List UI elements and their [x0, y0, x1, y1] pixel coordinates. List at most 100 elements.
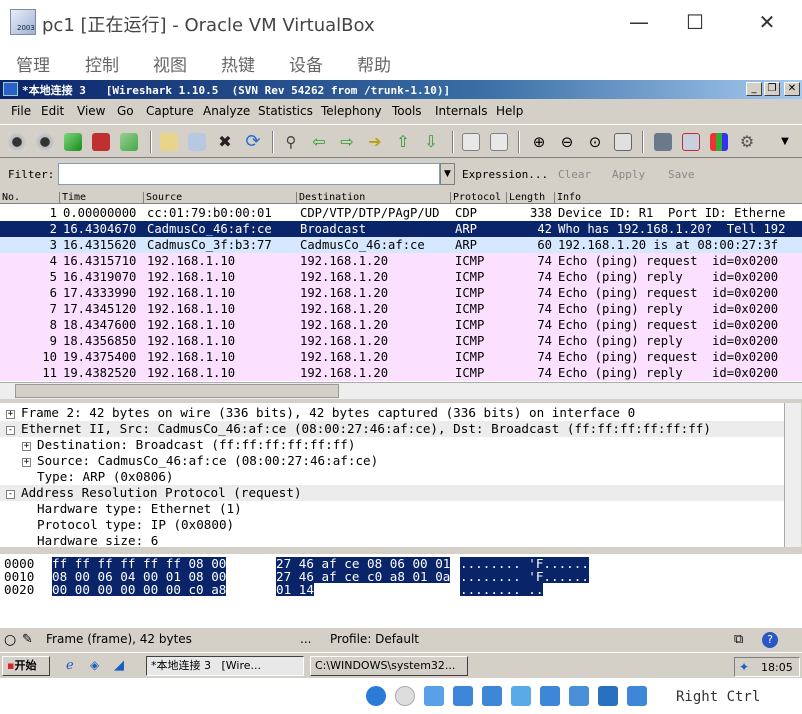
resize-columns-icon[interactable] [614, 133, 632, 151]
first-packet-icon[interactable]: ⇧ [394, 133, 412, 151]
col-destination[interactable]: Destination [296, 192, 365, 204]
normal-size-icon[interactable]: ⊙ [586, 133, 604, 151]
auto-scroll-icon[interactable] [490, 133, 508, 151]
col-info[interactable]: Info [554, 192, 581, 204]
packet-row[interactable]: 8 18.4347600 192.168.1.10 192.168.1.20 ICMP 7… [0, 317, 802, 333]
filter-input[interactable] [58, 163, 440, 185]
zoom-out-icon[interactable]: ⊖ [558, 133, 576, 151]
preferences-icon[interactable]: ⚙ [738, 133, 756, 151]
tray-icon[interactable]: ✦ [739, 660, 749, 674]
packet-row[interactable]: 9 18.4356850 192.168.1.10 192.168.1.20 ICMP 7… [0, 333, 802, 349]
maximize-button[interactable]: ☐ [672, 0, 718, 44]
go-back-icon[interactable]: ⇦ [310, 133, 328, 151]
expression-button[interactable]: Expression... [462, 168, 548, 181]
shared-folder-icon[interactable] [511, 686, 531, 706]
help-icon[interactable]: ? [762, 632, 778, 648]
ws-minimize-button[interactable]: _ [746, 82, 762, 96]
ws-close-button[interactable]: ✕ [784, 82, 800, 96]
optical-drive-icon[interactable] [395, 686, 415, 706]
taskbar-task-cmd[interactable]: C:\WINDOWS\system32... [310, 656, 468, 676]
menu-tools[interactable]: Tools [392, 104, 422, 118]
detail-tree-item[interactable]: Type: ARP (0x0806) [0, 469, 784, 485]
expand-icon[interactable]: + [6, 410, 15, 419]
zoom-in-icon[interactable]: ⊕ [530, 133, 548, 151]
taskbar-task-wireshark[interactable]: *本地连接 3 [Wire... [146, 656, 304, 676]
detail-tree-item[interactable]: - Address Resolution Protocol (request) [0, 485, 784, 501]
hscroll-thumb[interactable] [15, 384, 339, 398]
menu-go[interactable]: Go [117, 104, 134, 118]
menu-manage[interactable]: 管理 [16, 51, 50, 76]
menu-capture[interactable]: Capture [146, 104, 194, 118]
menu-file[interactable]: File [11, 104, 31, 118]
menu-edit[interactable]: Edit [41, 104, 64, 118]
colorize-icon[interactable] [462, 133, 480, 151]
expand-icon[interactable]: + [22, 442, 31, 451]
packet-row[interactable]: 1 0.00000000 cc:01:79:b0:00:01 CDP/VTP/DTP/… [0, 205, 802, 221]
wireshark-quicklaunch-icon[interactable]: ◢ [114, 658, 124, 673]
restart-capture-icon[interactable] [120, 133, 138, 151]
start-capture-icon[interactable] [64, 133, 82, 151]
col-length[interactable]: Length [506, 192, 545, 204]
clear-button[interactable]: Clear [558, 168, 591, 181]
menu-hotkeys[interactable]: 热键 [221, 51, 255, 76]
detail-tree-item[interactable]: + Source: CadmusCo_46:af:ce (08:00:27:46:… [0, 453, 784, 469]
expand-icon[interactable]: + [22, 458, 31, 467]
detail-tree-item[interactable]: + Frame 2: 42 bytes on wire (336 bits), 4… [0, 405, 784, 421]
status-profile[interactable]: Profile: Default [330, 632, 419, 646]
mouse-integration-icon[interactable] [627, 686, 647, 706]
menu-help[interactable]: Help [496, 104, 523, 118]
save-file-icon[interactable] [188, 133, 206, 151]
menu-view[interactable]: 视图 [153, 51, 187, 76]
start-button[interactable]: ▪开始 [2, 656, 50, 676]
hdd-icon[interactable] [366, 686, 386, 706]
col-source[interactable]: Source [143, 192, 182, 204]
quicklaunch-icon[interactable]: ◈ [90, 658, 99, 672]
ie-icon[interactable]: ℯ [66, 658, 74, 673]
menu-internals[interactable]: Internals [435, 104, 488, 118]
menu-telephony[interactable]: Telephony [321, 104, 382, 118]
find-packet-icon[interactable]: ⚲ [282, 133, 300, 151]
menu-devices[interactable]: 设备 [289, 51, 323, 76]
details-vscrollbar[interactable] [784, 403, 801, 547]
minimize-button[interactable]: — [616, 0, 662, 44]
close-button[interactable]: ✕ [744, 0, 790, 44]
packet-row[interactable]: 5 16.4319070 192.168.1.10 192.168.1.20 ICMP 7… [0, 269, 802, 285]
col-protocol[interactable]: Protocol [450, 192, 501, 204]
options-icon[interactable] [36, 133, 54, 151]
detail-tree-item[interactable]: Hardware size: 6 [0, 533, 784, 547]
audio-icon[interactable] [424, 686, 444, 706]
menu-view[interactable]: View [77, 104, 105, 118]
stop-capture-icon[interactable] [92, 133, 110, 151]
interfaces-icon[interactable] [8, 133, 26, 151]
packet-row[interactable]: 3 16.4315620 CadmusCo_3f:b3:77 CadmusCo_46:… [0, 237, 802, 253]
menu-analyze[interactable]: Analyze [203, 104, 250, 118]
ws-restore-button[interactable]: ❐ [764, 82, 780, 96]
capture-filters-icon[interactable] [654, 133, 672, 151]
collapse-icon[interactable]: - [6, 490, 15, 499]
filter-dropdown-button[interactable]: ▼ [440, 163, 455, 185]
save-filter-button[interactable]: Save [668, 168, 695, 181]
video-capture-icon[interactable] [569, 686, 589, 706]
packet-row[interactable]: 4 16.4315710 192.168.1.10 192.168.1.20 ICMP 7… [0, 253, 802, 269]
go-to-packet-icon[interactable]: ➔ [366, 133, 384, 151]
packet-row[interactable]: 7 17.4345120 192.168.1.10 192.168.1.20 ICMP 7… [0, 301, 802, 317]
display-filters-icon[interactable] [682, 133, 700, 151]
usb-icon[interactable] [482, 686, 502, 706]
packet-row[interactable]: 11 19.4382520 192.168.1.10 192.168.1.20 ICMP… [0, 365, 802, 381]
packet-row[interactable]: 6 17.4333990 192.168.1.10 192.168.1.20 ICMP 7… [0, 285, 802, 301]
detail-tree-item[interactable]: Hardware type: Ethernet (1) [0, 501, 784, 517]
reload-icon[interactable]: ⟳ [244, 133, 262, 151]
detail-tree-item[interactable]: - Ethernet II, Src: CadmusCo_46:af:ce (08… [0, 421, 784, 437]
collapse-icon[interactable]: - [6, 426, 15, 435]
coloring-rules-icon[interactable] [710, 133, 728, 151]
menu-help[interactable]: 帮助 [357, 51, 391, 76]
display-icon[interactable] [540, 686, 560, 706]
go-forward-icon[interactable]: ⇨ [338, 133, 356, 151]
expert-info-icon[interactable]: ○ [4, 632, 16, 648]
col-no[interactable]: No. [0, 192, 20, 204]
cpu-icon[interactable] [598, 686, 618, 706]
packet-list-hscrollbar[interactable] [0, 382, 802, 399]
detail-tree-item[interactable]: + Destination: Broadcast (ff:ff:ff:ff:ff:… [0, 437, 784, 453]
capture-comment-icon[interactable]: ✎ [22, 632, 33, 647]
network-adapter-icon[interactable] [453, 686, 473, 706]
